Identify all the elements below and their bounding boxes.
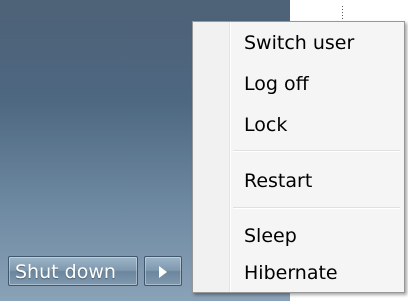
menu-item-sleep[interactable]: Sleep [244, 225, 297, 247]
power-options-menu: Switch user Log off Lock Restart Sleep H… [192, 21, 405, 293]
menu-item-lock[interactable]: Lock [244, 114, 287, 136]
menu-separator [233, 207, 400, 209]
shut-down-options-button[interactable] [144, 256, 182, 286]
menu-item-restart[interactable]: Restart [244, 170, 312, 192]
shut-down-button[interactable]: Shut down [8, 256, 138, 286]
divider-dots [342, 6, 343, 20]
menu-item-switch-user[interactable]: Switch user [244, 32, 354, 54]
menu-separator [233, 150, 400, 152]
menu-item-hibernate[interactable]: Hibernate [244, 262, 338, 284]
menu-item-log-off[interactable]: Log off [244, 73, 309, 95]
menu-icon-gutter [193, 22, 230, 292]
arrow-right-icon [159, 266, 167, 278]
